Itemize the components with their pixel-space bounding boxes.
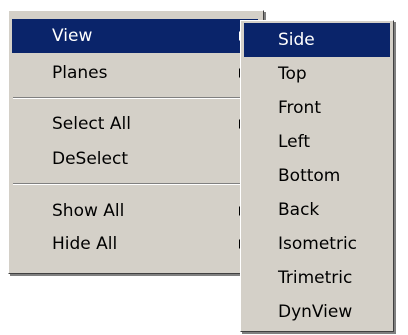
submenu-item-label: DynView: [278, 302, 353, 322]
menu-item-label: Hide All: [52, 234, 118, 254]
submenu-item-left[interactable]: Left: [244, 125, 390, 159]
menu-item-label: DeSelect: [52, 149, 128, 169]
menu-item-label: Show All: [52, 201, 125, 221]
submenu-item-front[interactable]: Front: [244, 91, 390, 125]
menu-item-planes[interactable]: Planes: [12, 56, 258, 90]
submenu-item-dynview[interactable]: DynView: [244, 295, 390, 329]
submenu-item-bottom[interactable]: Bottom: [244, 159, 390, 193]
submenu-item-label: Side: [278, 30, 315, 50]
menu-item-hide-all[interactable]: Hide All: [12, 227, 258, 261]
menu-item-deselect[interactable]: DeSelect: [12, 142, 258, 176]
submenu-item-label: Front: [278, 98, 321, 118]
menu-item-view[interactable]: View: [12, 19, 258, 53]
menu-separator: [13, 97, 257, 99]
submenu-item-top[interactable]: Top: [244, 57, 390, 91]
submenu-item-back[interactable]: Back: [244, 193, 390, 227]
submenu-item-label: Bottom: [278, 166, 341, 186]
menu-item-label: View: [52, 26, 93, 46]
menu-separator: [13, 183, 257, 185]
menu-item-label: Select All: [52, 114, 131, 134]
submenu-item-isometric[interactable]: Isometric: [244, 227, 390, 261]
submenu-item-label: Trimetric: [278, 268, 353, 288]
menu-item-select-all[interactable]: Select All: [12, 107, 258, 141]
submenu-item-trimetric[interactable]: Trimetric: [244, 261, 390, 295]
submenu-item-label: Isometric: [278, 234, 358, 254]
submenu-item-label: Left: [278, 132, 310, 152]
context-menu: View Planes Select All DeSelect Show All…: [8, 10, 264, 274]
submenu-item-side[interactable]: Side: [244, 23, 390, 57]
menu-item-label: Planes: [52, 63, 108, 83]
submenu-item-label: Top: [278, 64, 307, 84]
view-submenu: Side Top Front Left Bottom Back Isometri…: [240, 20, 394, 332]
menu-item-show-all[interactable]: Show All: [12, 194, 258, 228]
submenu-item-label: Back: [278, 200, 320, 220]
